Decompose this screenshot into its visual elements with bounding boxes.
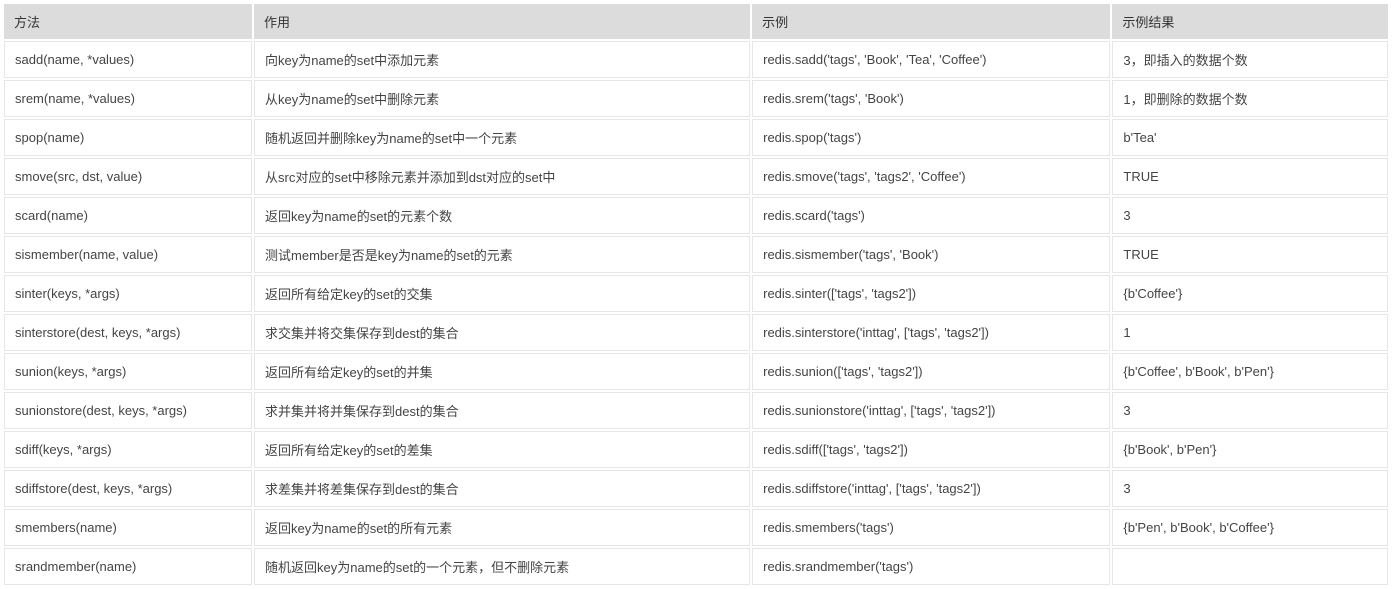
- cell-example: redis.srem('tags', 'Book'): [752, 80, 1110, 117]
- table-row: srem(name, *values)从key为name的set中删除元素red…: [4, 80, 1388, 117]
- table-row: sdiffstore(dest, keys, *args)求差集并将差集保存到d…: [4, 470, 1388, 507]
- table-row: sunionstore(dest, keys, *args)求并集并将并集保存到…: [4, 392, 1388, 429]
- cell-desc: 返回所有给定key的set的交集: [254, 275, 750, 312]
- cell-result: {b'Coffee', b'Book', b'Pen'}: [1112, 353, 1388, 390]
- table-row: sismember(name, value)测试member是否是key为nam…: [4, 236, 1388, 273]
- cell-method: smembers(name): [4, 509, 252, 546]
- cell-method: smove(src, dst, value): [4, 158, 252, 195]
- cell-example: redis.sunion(['tags', 'tags2']): [752, 353, 1110, 390]
- cell-method: sdiffstore(dest, keys, *args): [4, 470, 252, 507]
- cell-example: redis.sadd('tags', 'Book', 'Tea', 'Coffe…: [752, 41, 1110, 78]
- cell-method: srandmember(name): [4, 548, 252, 585]
- cell-result: {b'Book', b'Pen'}: [1112, 431, 1388, 468]
- cell-example: redis.sdiff(['tags', 'tags2']): [752, 431, 1110, 468]
- cell-result: TRUE: [1112, 236, 1388, 273]
- cell-desc: 返回所有给定key的set的差集: [254, 431, 750, 468]
- cell-desc: 求交集并将交集保存到dest的集合: [254, 314, 750, 351]
- cell-result: 3: [1112, 470, 1388, 507]
- header-method: 方法: [4, 4, 252, 39]
- table-body: sadd(name, *values)向key为name的set中添加元素red…: [4, 41, 1388, 585]
- table-row: sadd(name, *values)向key为name的set中添加元素red…: [4, 41, 1388, 78]
- cell-method: sunion(keys, *args): [4, 353, 252, 390]
- cell-desc: 测试member是否是key为name的set的元素: [254, 236, 750, 273]
- header-result: 示例结果: [1112, 4, 1388, 39]
- header-example: 示例: [752, 4, 1110, 39]
- table-row: sinterstore(dest, keys, *args)求交集并将交集保存到…: [4, 314, 1388, 351]
- table-row: spop(name)随机返回并删除key为name的set中一个元素redis.…: [4, 119, 1388, 156]
- cell-example: redis.sdiffstore('inttag', ['tags', 'tag…: [752, 470, 1110, 507]
- cell-method: scard(name): [4, 197, 252, 234]
- cell-example: redis.sinterstore('inttag', ['tags', 'ta…: [752, 314, 1110, 351]
- cell-desc: 向key为name的set中添加元素: [254, 41, 750, 78]
- cell-result: {b'Coffee'}: [1112, 275, 1388, 312]
- cell-desc: 从key为name的set中删除元素: [254, 80, 750, 117]
- cell-example: redis.scard('tags'): [752, 197, 1110, 234]
- cell-method: srem(name, *values): [4, 80, 252, 117]
- cell-example: redis.spop('tags'): [752, 119, 1110, 156]
- redis-set-methods-table: 方法 作用 示例 示例结果 sadd(name, *values)向key为na…: [2, 2, 1390, 587]
- cell-method: sadd(name, *values): [4, 41, 252, 78]
- cell-result: b'Tea': [1112, 119, 1388, 156]
- table-row: sinter(keys, *args)返回所有给定key的set的交集redis…: [4, 275, 1388, 312]
- cell-result: {b'Pen', b'Book', b'Coffee'}: [1112, 509, 1388, 546]
- cell-method: sismember(name, value): [4, 236, 252, 273]
- cell-desc: 返回key为name的set的所有元素: [254, 509, 750, 546]
- cell-desc: 求并集并将并集保存到dest的集合: [254, 392, 750, 429]
- cell-method: sunionstore(dest, keys, *args): [4, 392, 252, 429]
- cell-result: 1: [1112, 314, 1388, 351]
- cell-result: 3，即插入的数据个数: [1112, 41, 1388, 78]
- cell-desc: 返回key为name的set的元素个数: [254, 197, 750, 234]
- cell-method: sdiff(keys, *args): [4, 431, 252, 468]
- table-row: srandmember(name)随机返回key为name的set的一个元素，但…: [4, 548, 1388, 585]
- cell-desc: 随机返回并删除key为name的set中一个元素: [254, 119, 750, 156]
- cell-result: 3: [1112, 392, 1388, 429]
- cell-result: 1，即删除的数据个数: [1112, 80, 1388, 117]
- table-row: smove(src, dst, value)从src对应的set中移除元素并添加…: [4, 158, 1388, 195]
- table-row: smembers(name)返回key为name的set的所有元素redis.s…: [4, 509, 1388, 546]
- cell-example: redis.smembers('tags'): [752, 509, 1110, 546]
- cell-desc: 返回所有给定key的set的并集: [254, 353, 750, 390]
- header-desc: 作用: [254, 4, 750, 39]
- cell-method: sinter(keys, *args): [4, 275, 252, 312]
- cell-example: redis.sismember('tags', 'Book'): [752, 236, 1110, 273]
- cell-example: redis.sinter(['tags', 'tags2']): [752, 275, 1110, 312]
- table-header-row: 方法 作用 示例 示例结果: [4, 4, 1388, 39]
- cell-example: redis.srandmember('tags'): [752, 548, 1110, 585]
- table-row: sdiff(keys, *args)返回所有给定key的set的差集redis.…: [4, 431, 1388, 468]
- cell-result: 3: [1112, 197, 1388, 234]
- cell-desc: 从src对应的set中移除元素并添加到dst对应的set中: [254, 158, 750, 195]
- cell-method: sinterstore(dest, keys, *args): [4, 314, 252, 351]
- table-row: scard(name)返回key为name的set的元素个数redis.scar…: [4, 197, 1388, 234]
- cell-example: redis.smove('tags', 'tags2', 'Coffee'): [752, 158, 1110, 195]
- cell-desc: 求差集并将差集保存到dest的集合: [254, 470, 750, 507]
- cell-desc: 随机返回key为name的set的一个元素，但不删除元素: [254, 548, 750, 585]
- table-row: sunion(keys, *args)返回所有给定key的set的并集redis…: [4, 353, 1388, 390]
- cell-result: TRUE: [1112, 158, 1388, 195]
- cell-method: spop(name): [4, 119, 252, 156]
- cell-example: redis.sunionstore('inttag', ['tags', 'ta…: [752, 392, 1110, 429]
- cell-result: [1112, 548, 1388, 585]
